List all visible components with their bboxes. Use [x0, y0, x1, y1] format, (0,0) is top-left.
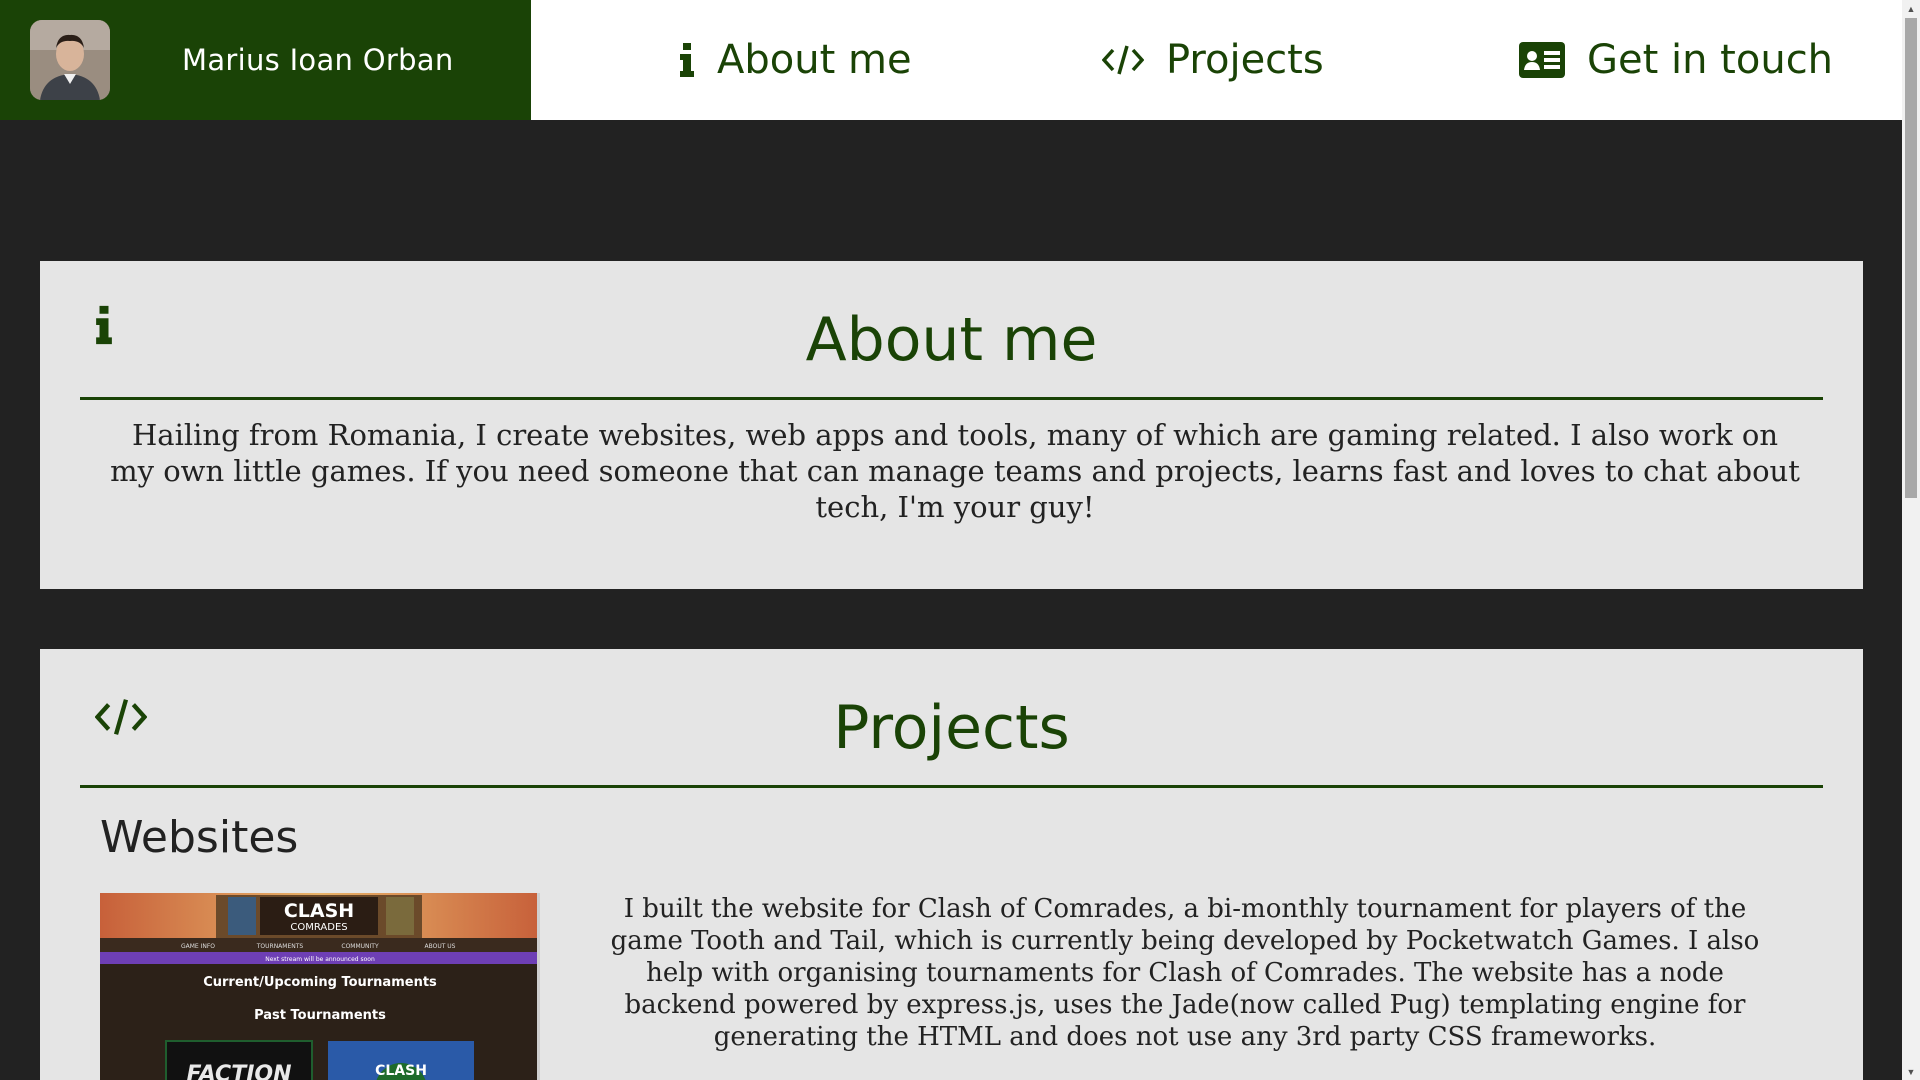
nav-label: Get in touch	[1587, 37, 1834, 83]
brand[interactable]: Marius Ioan Orban	[0, 0, 531, 120]
top-navbar: Marius Ioan Orban About me Projects Get …	[0, 0, 1902, 120]
about-section: About me Hailing from Romania, I create …	[40, 261, 1863, 589]
project-description: I built the website for Clash of Comrade…	[610, 894, 1760, 1052]
projects-section: Projects Websites CLASH COMRADES GAME IN…	[40, 649, 1863, 1080]
thumb-card-label: CLASH	[375, 1063, 427, 1079]
project-thumbnail[interactable]: CLASH COMRADES GAME INFO TOURNAMENTS COM…	[100, 893, 540, 1080]
thumb-nav-item: TOURNAMENTS	[256, 943, 304, 950]
section-title: Projects	[833, 693, 1070, 763]
scroll-up-icon[interactable]: ▲	[1902, 0, 1920, 17]
nav-projects[interactable]: Projects	[1102, 0, 1324, 120]
thumb-heading: Past Tournaments	[254, 1008, 386, 1023]
nav-label: Projects	[1166, 37, 1324, 83]
section-divider	[80, 397, 1823, 400]
scroll-down-icon[interactable]: ▼	[1902, 1063, 1920, 1080]
thumb-logo-line2: COMRADES	[290, 922, 347, 933]
websites-heading: Websites	[100, 812, 299, 863]
contact-card-icon	[1519, 42, 1565, 78]
thumb-nav-item: COMMUNITY	[341, 943, 379, 950]
page-scrollbar[interactable]: ▲ ▼	[1902, 0, 1920, 1080]
nav-about-me[interactable]: About me	[679, 0, 912, 120]
brand-name: Marius Ioan Orban	[182, 43, 454, 77]
thumb-heading: Current/Upcoming Tournaments	[203, 975, 437, 990]
nav-label: About me	[717, 37, 912, 83]
section-title: About me	[805, 305, 1098, 375]
about-description: Hailing from Romania, I create websites,…	[110, 418, 1800, 524]
nav-get-in-touch[interactable]: Get in touch	[1519, 0, 1833, 120]
avatar	[30, 20, 110, 100]
scrollbar-thumb[interactable]	[1905, 18, 1917, 498]
nav-menu: About me Projects Get in touch	[531, 0, 1902, 120]
thumb-logo-line1: CLASH	[284, 900, 354, 922]
section-divider	[80, 785, 1823, 788]
thumb-nav-item: ABOUT US	[424, 943, 455, 950]
info-icon	[679, 43, 695, 77]
code-icon	[1102, 44, 1144, 76]
thumb-card-label: FACTION	[187, 1062, 292, 1080]
thumb-banner: Next stream will be announced soon	[265, 956, 375, 963]
thumb-nav-item: GAME INFO	[181, 943, 215, 950]
